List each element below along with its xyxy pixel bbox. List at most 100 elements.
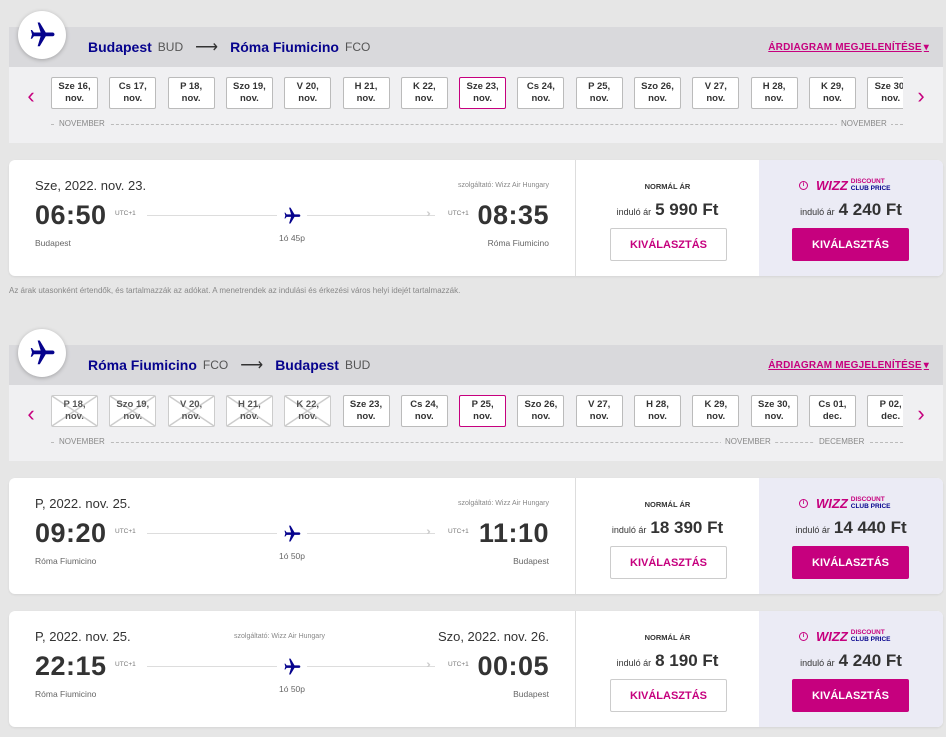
date-button[interactable]: Sze 23, nov. (342, 395, 390, 427)
dest-city: Róma Fiumicino (230, 39, 339, 55)
club-price-text: DISCOUNT CLUB PRICE (851, 629, 891, 643)
normal-price-row: induló ár 8 190 Ft (576, 651, 759, 671)
month-label: NOVEMBER (55, 437, 109, 446)
date-button[interactable]: Sze 30,nov. (867, 77, 903, 109)
select-normal-button[interactable]: KIVÁLASZTÁS (610, 546, 727, 579)
date-day: K 29, (821, 81, 844, 92)
info-icon[interactable]: i (799, 631, 808, 641)
plane-icon (282, 657, 302, 682)
select-club-button[interactable]: KIVÁLASZTÁS (792, 228, 909, 261)
month-label: DECEMBER (815, 437, 869, 446)
date-button[interactable]: Sze 23, nov. (459, 77, 507, 109)
origin-city: Budapest (88, 39, 152, 55)
plane-icon (282, 524, 302, 549)
departure-place: Róma Fiumicino (35, 556, 97, 566)
date-month: nov. (764, 93, 784, 104)
price-chart-label: ÁRDIAGRAM MEGJELENÍTÉSE (768, 41, 922, 53)
flight-card: P, 2022. nov. 25. szolgáltató: Wizz Air … (9, 478, 943, 594)
date-month: nov. (764, 411, 784, 422)
select-club-button[interactable]: KIVÁLASZTÁS (792, 546, 909, 579)
arrival-time: 08:35 (477, 200, 549, 230)
date-month: nov. (181, 93, 201, 104)
date-button[interactable]: V 27, nov. (692, 77, 740, 109)
club-line1: DISCOUNT (850, 496, 885, 503)
caret-down-icon: ▾ (923, 359, 929, 371)
next-dates-button[interactable]: › (911, 399, 931, 429)
date-button: Szo 19, nov. (109, 395, 157, 427)
departure-time: 09:20 (35, 518, 107, 548)
date-month: nov. (65, 411, 84, 422)
date-month: nov. (473, 411, 492, 422)
date-month: nov. (298, 411, 318, 422)
price-chart-label: ÁRDIAGRAM MEGJELENÍTÉSE (768, 359, 922, 371)
date-day: V 20, (180, 399, 203, 410)
date-button[interactable]: Cs 17, nov. (109, 77, 157, 109)
route-arrow-icon: ⟶ (195, 39, 219, 56)
plane-icon (30, 22, 55, 47)
date-button[interactable]: K 22, nov. (400, 77, 448, 109)
date-button[interactable]: Sze 16, nov. (51, 77, 98, 109)
route-title: Róma Fiumicino FCO ⟶ Budapest BUD (88, 345, 382, 385)
from-label: induló ár (795, 525, 830, 535)
date-button[interactable]: Sze 30,nov. (750, 395, 798, 427)
normal-price-panel: NORMÁL ÁR induló ár 5 990 Ft KIVÁLASZTÁS (575, 160, 759, 276)
arrival-place: Budapest (513, 556, 549, 566)
date-button[interactable]: H 21, nov. (342, 77, 390, 109)
normal-price-label: NORMÁL ÁR (644, 633, 691, 642)
date-button[interactable]: V 27, nov. (575, 395, 623, 427)
origin-code: FCO (202, 358, 229, 372)
club-line1: DISCOUNT (850, 178, 885, 185)
date-button[interactable]: Cs 24, nov. (400, 395, 448, 427)
club-line3: PRICE (870, 636, 891, 643)
date-button[interactable]: Cs 24, nov. (517, 77, 565, 109)
date-button[interactable]: K 29, nov. (808, 77, 856, 109)
date-month: nov. (473, 93, 492, 104)
next-dates-button[interactable]: › (911, 81, 931, 111)
date-button[interactable]: K 29, nov. (692, 395, 740, 427)
date-month: nov. (414, 411, 434, 422)
date-button[interactable]: P 18, nov. (167, 77, 215, 109)
date-button[interactable]: Szo 26, nov. (517, 395, 565, 427)
date-button: H 21, nov. (225, 395, 273, 427)
price-chart-link[interactable]: ÁRDIAGRAM MEGJELENÍTÉSE ▾ (768, 27, 929, 67)
normal-price-label: NORMÁL ÁR (644, 182, 691, 191)
info-icon[interactable]: i (799, 180, 808, 190)
date-month: nov. (414, 93, 434, 104)
date-button[interactable]: H 28, nov. (634, 395, 681, 427)
date-button: K 22, nov. (284, 395, 332, 427)
departure-place: Róma Fiumicino (35, 689, 97, 699)
date-button[interactable]: P 25, nov. (575, 77, 623, 109)
wizz-logo: WIZZ (816, 628, 848, 644)
select-normal-button[interactable]: KIVÁLASZTÁS (610, 679, 727, 712)
date-month: nov. (298, 93, 318, 104)
date-month: nov. (589, 411, 609, 422)
departure-utc: UTC+1 (115, 528, 136, 535)
month-label: NOVEMBER (55, 119, 109, 128)
club-line1: DISCOUNT (850, 629, 885, 636)
date-button[interactable]: H 28, nov. (750, 77, 798, 109)
date-month: dec. (881, 411, 901, 422)
prev-dates-button[interactable]: ‹ (21, 399, 41, 429)
date-button[interactable]: V 20, nov. (284, 77, 332, 109)
date-button[interactable]: P 02, dec. (867, 395, 903, 427)
date-button: P 18, nov. (51, 395, 98, 427)
departure-utc: UTC+1 (115, 661, 136, 668)
date-month: nov. (706, 93, 726, 104)
club-price: 4 240 Ft (838, 200, 902, 219)
month-label: NOVEMBER (837, 119, 891, 128)
info-icon[interactable]: i (799, 498, 808, 508)
select-club-button[interactable]: KIVÁLASZTÁS (792, 679, 909, 712)
select-normal-button[interactable]: KIVÁLASZTÁS (610, 228, 727, 261)
arrival-utc: UTC+1 (448, 661, 469, 668)
date-button[interactable]: Cs 01, dec. (808, 395, 856, 427)
date-day: P 25, (471, 399, 494, 410)
date-button[interactable]: P 25, nov. (459, 395, 507, 427)
normal-price-row: induló ár 5 990 Ft (576, 200, 759, 220)
club-line2: CLUB (850, 636, 869, 643)
date-button[interactable]: Szo 26, nov. (634, 77, 681, 109)
price-chart-link[interactable]: ÁRDIAGRAM MEGJELENÍTÉSE ▾ (768, 345, 929, 385)
prev-dates-button[interactable]: ‹ (21, 81, 41, 111)
route-line (307, 533, 435, 534)
month-row: NOVEMBER NOVEMBER (51, 119, 903, 131)
date-button[interactable]: Szo 19, nov. (225, 77, 273, 109)
